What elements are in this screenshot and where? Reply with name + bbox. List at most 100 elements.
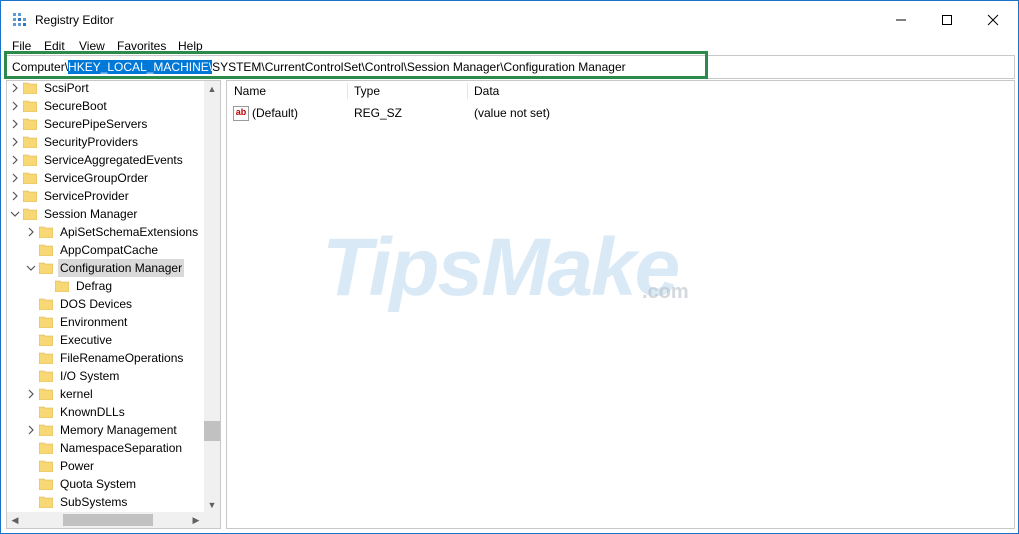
tree-item[interactable]: I/O System <box>7 367 203 385</box>
tree-item[interactable]: ServiceGroupOrder <box>7 169 203 187</box>
tree-item-label: SecurityProviders <box>44 135 139 149</box>
folder-icon <box>39 262 53 274</box>
horizontal-scroll-thumb[interactable] <box>63 514 153 526</box>
tree-item[interactable]: kernel <box>7 385 203 403</box>
value-row[interactable]: ab (Default) REG_SZ (value not set) <box>232 103 732 123</box>
column-header-name[interactable]: Name <box>234 81 266 101</box>
column-separator[interactable] <box>347 83 348 99</box>
tree-item-label: SecureBoot <box>44 99 107 113</box>
folder-icon <box>39 370 53 382</box>
chevron-right-icon[interactable] <box>10 101 20 111</box>
tree-item[interactable]: Memory Management <box>7 421 203 439</box>
tree-item-label: I/O System <box>60 369 120 383</box>
folder-icon <box>23 172 37 184</box>
tree-vertical-scrollbar[interactable]: ▲ ▼ <box>204 81 220 513</box>
tree-item[interactable]: Quota System <box>7 475 203 493</box>
tree-item-label: Defrag <box>76 279 113 293</box>
folder-icon <box>23 82 37 94</box>
tree-item[interactable]: KnownDLLs <box>7 403 203 421</box>
scroll-left-icon[interactable]: ◀ <box>7 512 23 528</box>
chevron-right-icon[interactable] <box>26 425 36 435</box>
folder-icon <box>39 388 53 400</box>
tree-item[interactable]: SubSystems <box>7 493 203 511</box>
folder-icon <box>23 154 37 166</box>
tree-item[interactable]: DOS Devices <box>7 295 203 313</box>
tree-item[interactable]: FileRenameOperations <box>7 349 203 367</box>
tree-item[interactable]: Configuration Manager <box>7 259 203 277</box>
tree-item-label: Executive <box>60 333 113 347</box>
folder-icon <box>39 316 53 328</box>
folder-icon <box>39 496 53 508</box>
watermark-brand: TipsMake <box>322 222 680 313</box>
folder-icon <box>39 478 53 490</box>
tree-item[interactable]: Session Manager <box>7 205 203 223</box>
chevron-right-icon[interactable] <box>26 227 36 237</box>
close-button[interactable] <box>970 1 1016 38</box>
scroll-right-icon[interactable]: ▶ <box>188 512 204 528</box>
tree-item[interactable]: SecurePipeServers <box>7 115 203 133</box>
folder-icon <box>23 136 37 148</box>
tree-item-label: Environment <box>60 315 128 329</box>
tree-item[interactable]: Executive <box>7 331 203 349</box>
chevron-down-icon[interactable] <box>10 209 20 219</box>
minimize-button[interactable] <box>878 1 924 38</box>
chevron-right-icon[interactable] <box>10 155 20 165</box>
chevron-right-icon[interactable] <box>10 119 20 129</box>
maximize-button[interactable] <box>924 1 970 38</box>
tree-item[interactable]: ApiSetSchemaExtensions <box>7 223 203 241</box>
tree-item-label: FileRenameOperations <box>60 351 184 365</box>
tree-item[interactable]: Defrag <box>7 277 203 295</box>
folder-icon <box>39 442 53 454</box>
value-type: REG_SZ <box>354 106 403 120</box>
chevron-right-icon[interactable] <box>10 137 20 147</box>
column-header-data[interactable]: Data <box>474 81 499 101</box>
tree-horizontal-scrollbar[interactable]: ◀ ▶ <box>7 512 220 528</box>
column-header-type[interactable]: Type <box>354 81 380 101</box>
tree-item-label: Configuration Manager <box>58 259 185 277</box>
folder-icon <box>23 208 37 220</box>
tree-item[interactable]: ScsiPort <box>7 81 203 97</box>
tree-item[interactable]: NamespaceSeparation <box>7 439 203 457</box>
tree-item[interactable]: ServiceProvider <box>7 187 203 205</box>
scroll-down-icon[interactable]: ▼ <box>204 497 220 513</box>
maximize-icon <box>942 14 952 25</box>
folder-icon <box>39 244 53 256</box>
column-separator[interactable] <box>467 83 468 99</box>
tree-item-label: ServiceGroupOrder <box>44 171 149 185</box>
folder-icon <box>39 406 53 418</box>
value-name: (Default) <box>252 106 299 120</box>
chevron-right-icon[interactable] <box>10 191 20 201</box>
tree-item[interactable]: ServiceAggregatedEvents <box>7 151 203 169</box>
registry-editor-window: Registry Editor File Edit View Favorites… <box>0 0 1019 534</box>
vertical-scroll-thumb[interactable] <box>204 421 220 441</box>
tree-item[interactable]: SecureBoot <box>7 97 203 115</box>
folder-icon <box>23 190 37 202</box>
tree-item-label: Power <box>60 459 95 473</box>
tree-item-label: NamespaceSeparation <box>60 441 183 455</box>
tree-item-label: Session Manager <box>44 207 138 221</box>
tree-item-label: Memory Management <box>60 423 177 437</box>
tree-item[interactable]: Environment <box>7 313 203 331</box>
tree-item[interactable]: SecurityProviders <box>7 133 203 151</box>
tree-item-label: DOS Devices <box>60 297 133 311</box>
watermark-domain: .com <box>642 281 689 303</box>
tree-item-label: KnownDLLs <box>60 405 125 419</box>
chevron-right-icon[interactable] <box>26 389 36 399</box>
folder-icon <box>39 424 53 436</box>
close-icon <box>987 14 999 25</box>
tree-item-label: ScsiPort <box>44 81 89 95</box>
tree-item[interactable]: AppCompatCache <box>7 241 203 259</box>
chevron-right-icon[interactable] <box>10 83 20 93</box>
key-tree: ScsiPort SecureBoot SecurePipeServers Secur… <box>6 80 221 529</box>
tree-item[interactable]: Power <box>7 457 203 475</box>
tree-item-label: Quota System <box>60 477 137 491</box>
chevron-right-icon[interactable] <box>10 173 20 183</box>
folder-icon <box>39 334 53 346</box>
tree-item-label: ApiSetSchemaExtensions <box>60 225 199 239</box>
scroll-up-icon[interactable]: ▲ <box>204 81 220 97</box>
tree-item-label: SecurePipeServers <box>44 117 148 131</box>
folder-icon <box>55 280 69 292</box>
chevron-down-icon[interactable] <box>26 263 36 273</box>
values-list: Name Type Data ab (Default) REG_SZ (valu… <box>226 80 1015 529</box>
tree-item-label: AppCompatCache <box>60 243 159 257</box>
